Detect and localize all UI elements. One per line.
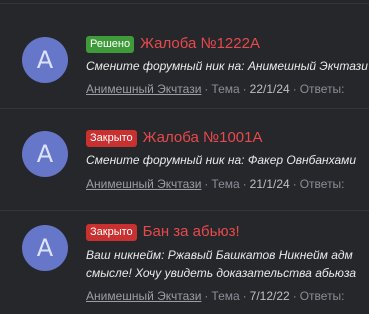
thread-title-line: Решено Жалоба №1222А <box>86 35 260 53</box>
status-badge-solved: Решено <box>86 35 135 53</box>
status-badge-closed: Закрыто <box>86 129 137 147</box>
thread-list: A Решено Жалоба №1222А Смените форумный … <box>0 0 369 314</box>
meta-separator: · <box>292 82 297 96</box>
thread-snippet-line: смысле! Хочу увидеть доказательства абью… <box>86 266 357 280</box>
thread-item[interactable]: A Закрыто Жалоба №1001А Смените форумный… <box>0 109 369 204</box>
thread-type: Тема <box>211 289 240 303</box>
status-badge-closed: Закрыто <box>86 223 137 241</box>
meta-separator: · <box>292 289 297 303</box>
thread-date[interactable]: 7/12/22 <box>250 289 290 303</box>
thread-title-link[interactable]: Жалоба №1001А <box>143 129 263 147</box>
avatar[interactable]: A <box>22 225 68 271</box>
thread-snippet: Смените форумный ник на: Факер Овнбанхам… <box>86 153 357 167</box>
meta-separator: · <box>204 177 209 191</box>
meta-separator: · <box>204 289 209 303</box>
meta-separator: · <box>242 177 247 191</box>
thread-item[interactable]: A Решено Жалоба №1222А Смените форумный … <box>0 4 369 99</box>
thread-title-link[interactable]: Бан за абьюз! <box>143 223 240 241</box>
replies-label: Ответы: <box>299 177 345 191</box>
thread-snippet: Смените форумный ник на: Анимешный Экчта… <box>86 59 368 73</box>
thread-item[interactable]: A Закрыто Бан за абьюз! Ваш никнейм: Ржа… <box>0 211 369 314</box>
avatar[interactable]: A <box>22 37 68 83</box>
author-link[interactable]: Анимешный Экчтази <box>86 177 201 191</box>
avatar[interactable]: A <box>22 131 68 177</box>
thread-title-line: Закрыто Бан за абьюз! <box>86 223 240 241</box>
replies-label: Ответы: <box>299 289 345 303</box>
thread-title-link[interactable]: Жалоба №1222А <box>140 35 260 53</box>
meta-separator: · <box>292 177 297 191</box>
meta-separator: · <box>242 82 247 96</box>
thread-date[interactable]: 21/1/24 <box>250 177 290 191</box>
meta-separator: · <box>242 289 247 303</box>
replies-label: Ответы: <box>299 82 345 96</box>
author-link[interactable]: Анимешный Экчтази <box>86 82 201 96</box>
thread-snippet-line: Ваш никнейм: Ржавый Башкатов Никнейм адм <box>86 248 353 262</box>
thread-date[interactable]: 22/1/24 <box>250 82 290 96</box>
thread-type: Тема <box>211 177 240 191</box>
author-link[interactable]: Анимешный Экчтази <box>86 289 201 303</box>
thread-meta: Анимешный Экчтази · Тема · 22/1/24 · Ответы: <box>86 81 345 97</box>
thread-type: Тема <box>211 82 240 96</box>
thread-meta: Анимешный Экчтази · Тема · 7/12/22 · Ответы: <box>86 288 345 304</box>
thread-meta: Анимешный Экчтази · Тема · 21/1/24 · Ответы: <box>86 176 345 192</box>
meta-separator: · <box>204 82 209 96</box>
thread-title-line: Закрыто Жалоба №1001А <box>86 129 263 147</box>
